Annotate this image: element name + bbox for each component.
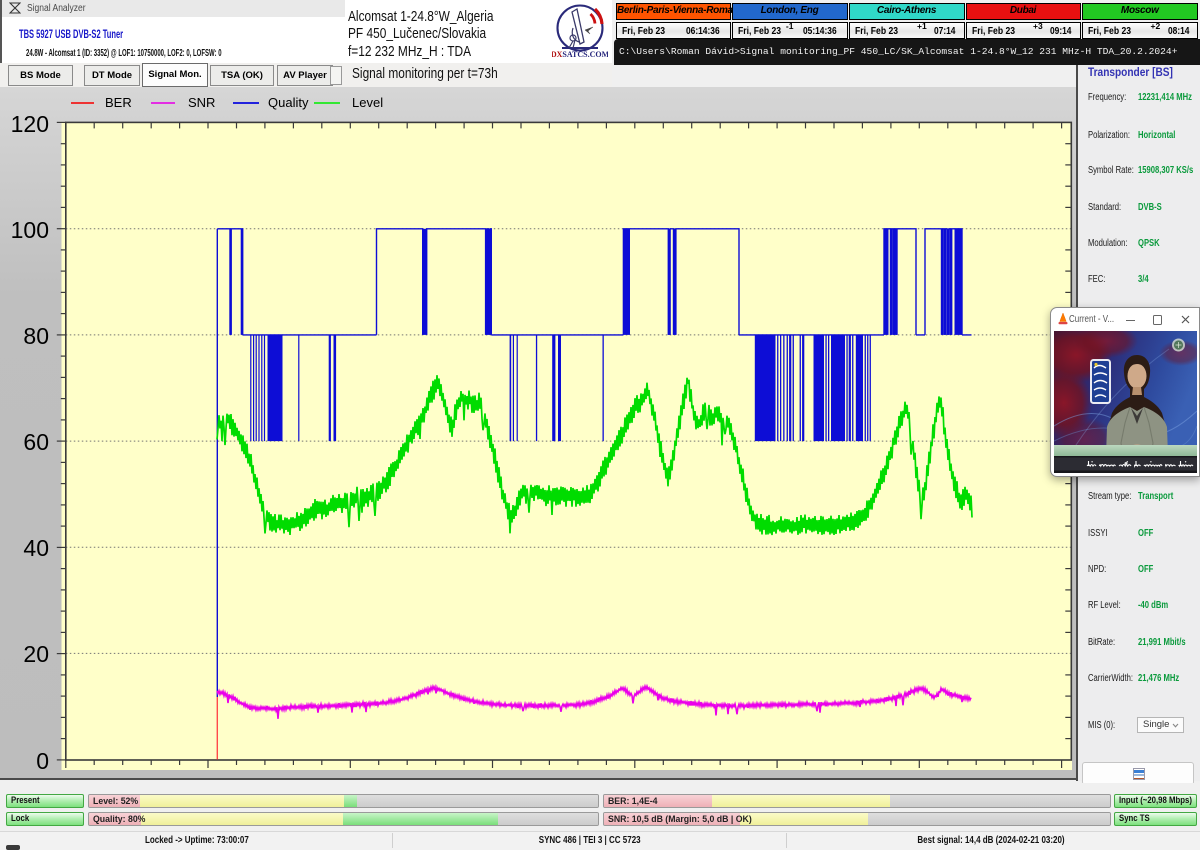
svg-text:DXSATCS.COM: DXSATCS.COM bbox=[552, 50, 608, 58]
